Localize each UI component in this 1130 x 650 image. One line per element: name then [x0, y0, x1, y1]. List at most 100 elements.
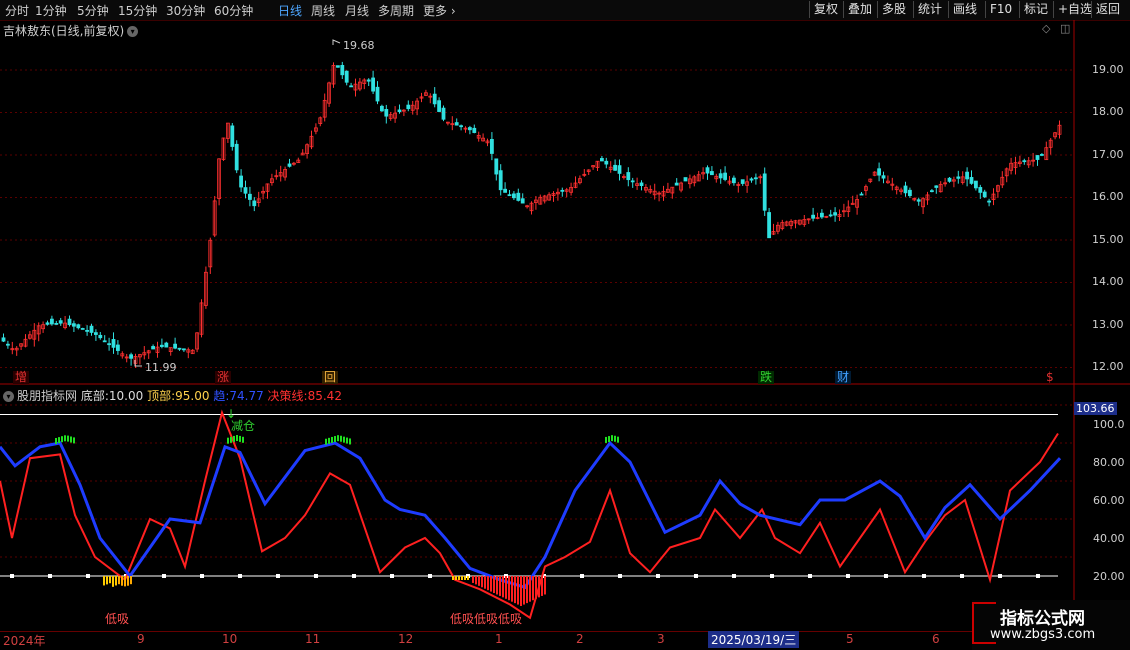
candle-body [371, 77, 376, 92]
date-label: 12 [398, 632, 414, 646]
candle-body [239, 175, 244, 188]
event-badge-fall[interactable]: 跌 [758, 371, 775, 384]
indicator-tick: 100.0 [1093, 418, 1125, 431]
candle-body [908, 189, 912, 197]
event-badge-finance[interactable]: 财 [835, 371, 852, 384]
indicator-name: 股朋指标网 [17, 389, 78, 403]
low-buy-bar [493, 576, 495, 594]
candle-body [1040, 154, 1044, 156]
date-label: 1 [495, 632, 503, 646]
candle-body [626, 172, 631, 181]
candle-body [969, 177, 974, 184]
selected-date: 2025/03/19/三 [708, 631, 800, 648]
bottom-level-dot [960, 574, 964, 578]
bottom-level-dot [352, 574, 356, 578]
watermark-url: www.zbgs3.com [990, 627, 1096, 642]
low-buy-bar [529, 576, 531, 602]
event-badge-rise[interactable]: 涨 [215, 371, 232, 384]
bottom-level-dot [656, 574, 660, 578]
top-signal-bar [349, 438, 351, 445]
candle-body [877, 168, 881, 176]
indicator-tick: 80.00 [1093, 456, 1125, 469]
date-label: 6 [932, 632, 940, 646]
candle-body [252, 200, 257, 207]
low-buy-bar [127, 576, 129, 586]
candle-body [828, 214, 833, 217]
bottom-level-dot [238, 574, 242, 578]
low-buy-bar [458, 576, 460, 580]
price-tick: 12.00 [1092, 360, 1124, 373]
candle-body [1035, 155, 1040, 160]
top-signal-bar [61, 436, 63, 443]
candle-body [498, 170, 503, 191]
candle-body [467, 127, 472, 131]
bottom-level-dot [390, 574, 394, 578]
candle-body [503, 188, 508, 193]
candle-body [683, 177, 688, 182]
candle-body [903, 185, 908, 194]
price-tick: 19.00 [1092, 63, 1124, 76]
candle-body [102, 340, 107, 343]
candle-body [441, 107, 446, 120]
candle-body [454, 122, 459, 126]
bottom-label: 底部: [80, 389, 109, 403]
candle-body [159, 344, 164, 347]
low-price-label: 11.99 [145, 361, 177, 374]
top-signal-bar [230, 436, 232, 443]
chevron-down-icon[interactable]: ▾ [3, 391, 14, 402]
candle-body [507, 194, 512, 197]
chart-canvas[interactable] [0, 0, 1130, 650]
candle-body [749, 178, 754, 181]
candle-body [243, 187, 248, 194]
top-signal-bar [614, 435, 616, 442]
current-value-tag: 103.66 [1074, 402, 1117, 415]
low-buy-bar [487, 576, 489, 591]
top-value: 95.00 [175, 389, 210, 403]
low-buy-bar [130, 576, 132, 585]
low-buy-bar [478, 576, 480, 586]
date-label: 10 [222, 632, 238, 646]
candle-body [234, 143, 239, 171]
price-tick: 14.00 [1092, 275, 1124, 288]
event-badge-return[interactable]: 回 [322, 371, 339, 384]
price-tick: 17.00 [1092, 148, 1124, 161]
candle-body [639, 182, 644, 186]
indicator-tick: 40.00 [1093, 532, 1125, 545]
low-buy-bar [118, 576, 120, 585]
top-signal-bar [70, 436, 72, 443]
candle-body [54, 323, 59, 325]
candle-body [740, 179, 745, 184]
candle-body [965, 171, 969, 180]
candle-body [432, 93, 437, 105]
trend-value: 74.77 [229, 389, 264, 403]
low-buy-bar [484, 576, 486, 589]
candle-body [94, 332, 98, 335]
candle-body [437, 100, 442, 112]
low-buy-bar [538, 576, 540, 598]
low-buy-bar [523, 576, 525, 605]
decision-label: 决策线: [267, 389, 308, 403]
candle-body [116, 344, 120, 351]
bottom-level-dot [276, 574, 280, 578]
price-tick: 16.00 [1092, 190, 1124, 203]
candle-body [512, 193, 516, 199]
event-badge-increase[interactable]: 增 [13, 371, 30, 384]
candle-body [6, 343, 10, 346]
low-buy-bar [490, 576, 492, 592]
top-signal-bar [605, 436, 607, 443]
top-signal-bar [611, 435, 613, 442]
low-buy-bar [544, 576, 546, 595]
candle-body [230, 125, 235, 147]
low-buy-bar [496, 576, 498, 595]
candle-body [930, 190, 934, 193]
low-buy-label-2: 低吸低吸低吸 [450, 612, 523, 626]
top-signal-bar [233, 435, 235, 442]
candle-body [1022, 160, 1027, 163]
low-buy-bar [461, 576, 463, 580]
decision-value: 85.42 [307, 389, 342, 403]
event-badge-dividend[interactable]: $ [1044, 371, 1056, 384]
indicator-title: ▾ 股朋指标网 底部:10.00 顶部:95.00 趋:74.77 决策线:85.… [3, 387, 342, 404]
top-signal-bar [227, 437, 229, 444]
candle-body [98, 334, 103, 339]
date-label: 2 [576, 632, 584, 646]
